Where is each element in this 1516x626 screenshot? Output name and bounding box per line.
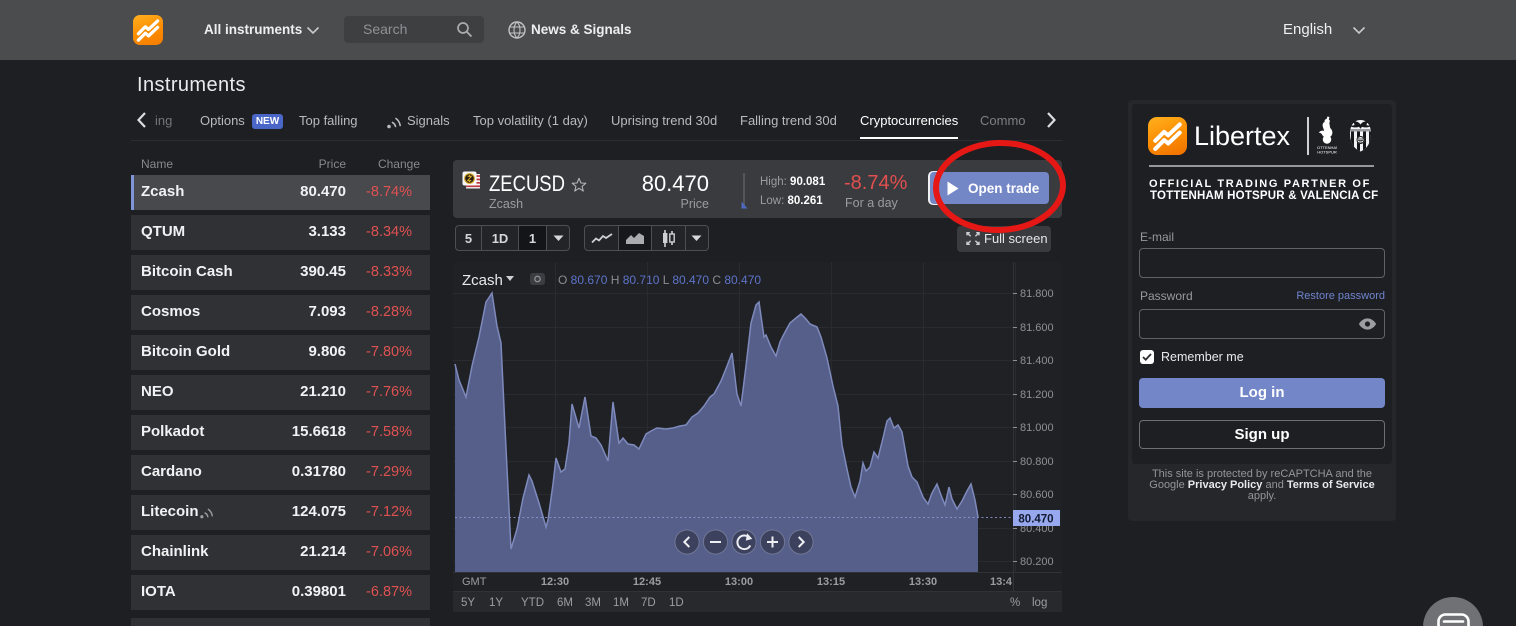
- svg-text:12:45: 12:45: [633, 576, 661, 588]
- svg-text:YTD: YTD: [521, 597, 544, 609]
- svg-text:81.600: 81.600: [1020, 322, 1054, 334]
- svg-text:6M: 6M: [557, 597, 573, 609]
- svg-text:1Y: 1Y: [489, 597, 503, 609]
- svg-text:HOTSPUR: HOTSPUR: [1317, 150, 1337, 155]
- svg-text:GMT: GMT: [462, 576, 487, 588]
- svg-text:5Y: 5Y: [461, 597, 475, 609]
- svg-text:O 80.670 H 80.710: O 80.670 H 80.710 L 80.470 C 80.470: [558, 273, 761, 287]
- svg-text:80.600: 80.600: [1020, 489, 1054, 501]
- svg-text:81.200: 81.200: [1020, 389, 1054, 401]
- svg-text:1M: 1M: [613, 597, 629, 609]
- svg-text:13:15: 13:15: [817, 576, 845, 588]
- svg-text:log: log: [1032, 597, 1047, 609]
- svg-text:13:00: 13:00: [725, 576, 753, 588]
- svg-text:%: %: [1010, 597, 1020, 609]
- svg-text:7D: 7D: [641, 597, 656, 609]
- svg-text:80.200: 80.200: [1020, 556, 1054, 568]
- svg-text:81.000: 81.000: [1020, 422, 1054, 434]
- svg-text:3M: 3M: [585, 597, 601, 609]
- svg-text:Zcash: Zcash: [462, 272, 503, 289]
- svg-text:80.800: 80.800: [1020, 456, 1054, 468]
- svg-text:13:4: 13:4: [990, 576, 1013, 588]
- svg-text:1D: 1D: [669, 597, 684, 609]
- svg-text:13:30: 13:30: [909, 576, 937, 588]
- svg-text:12:30: 12:30: [541, 576, 569, 588]
- svg-text:81.800: 81.800: [1020, 288, 1054, 300]
- svg-text:81.400: 81.400: [1020, 355, 1054, 367]
- svg-text:80.470: 80.470: [1018, 514, 1053, 526]
